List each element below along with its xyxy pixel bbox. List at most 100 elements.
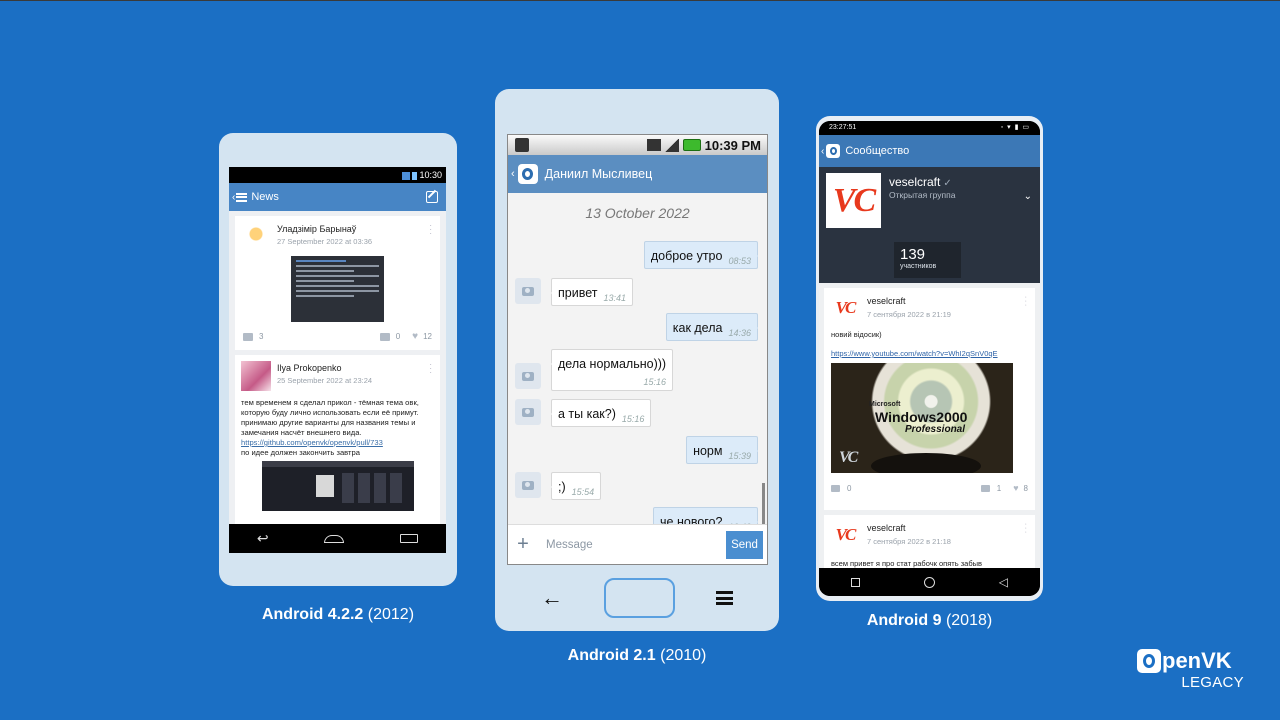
back-chevron-icon[interactable]: ‹ (821, 146, 824, 157)
post-menu-icon[interactable]: · · · (429, 222, 432, 238)
post-date: 7 сентября 2022 в 21:18 (867, 537, 951, 546)
caption-android-9: Android 9 (2018) (866, 612, 993, 629)
group-post: VC veselcraft 7 сентября 2022 в 21:18 · ·… (824, 515, 1035, 568)
back-arrow-icon[interactable]: ← (541, 585, 563, 611)
menu-icon[interactable] (236, 192, 248, 202)
post-date: 25 September 2022 at 23:24 (277, 376, 373, 385)
status-time: 23:27:51 (829, 124, 857, 131)
openvk-legacy-logo: penVK LEGACY (1137, 648, 1247, 691)
back-nav-icon[interactable]: ◁ (999, 575, 1008, 589)
message-incoming[interactable]: дела нормально))) 15:16 (551, 349, 674, 391)
recents-nav-icon[interactable] (400, 534, 419, 543)
repost-count: 1 (996, 483, 1002, 493)
news-post: Ilya Prokopenko 25 September 2022 at 23:… (235, 355, 440, 530)
back-chevron-icon[interactable]: ‹ (232, 192, 235, 203)
openvk-o-icon (1137, 649, 1161, 673)
top-border-line (0, 0, 1280, 1)
message-input[interactable]: Message (538, 539, 726, 551)
phone-android-2-1: 10:39 PM ‹ Даниил Мысливец 13 October 20… (495, 89, 779, 631)
post-author[interactable]: veselcraft (867, 523, 951, 533)
repost-icon[interactable] (980, 484, 990, 492)
phone-android-9: 23:27:51 ◦ ▾ ▮ ▭ ‹ Сообщество VC veselcr… (816, 116, 1043, 601)
avatar[interactable]: VC (831, 294, 859, 322)
post-menu-icon[interactable]: · · · (429, 361, 432, 377)
avatar[interactable] (241, 361, 271, 391)
message-outgoing[interactable]: доброе утро 08:53 (643, 241, 759, 269)
back-chevron-icon[interactable]: ‹ (511, 168, 515, 180)
message-incoming[interactable]: а ты как?) 15:16 (550, 399, 652, 427)
message-incoming[interactable]: ;) 15:54 (551, 472, 602, 500)
camera-icon (515, 278, 541, 304)
post-menu-icon[interactable]: · · · (1025, 521, 1027, 536)
phone3-app-bar: ‹ Сообщество (819, 135, 1040, 167)
comment-count: 3 (259, 332, 264, 341)
camera-icon (515, 472, 541, 498)
3g-icon (646, 139, 661, 151)
group-type: Открытая группа (889, 190, 956, 200)
phone3-status-bar: 23:27:51 ◦ ▾ ▮ ▭ (819, 121, 1040, 135)
chevron-down-icon[interactable]: ⌄ (1024, 191, 1032, 202)
group-post: VC veselcraft 7 сентября 2022 в 21:19 · ·… (824, 288, 1035, 510)
post-link[interactable]: https://github.com/openvk/openvk/pull/73… (241, 438, 383, 447)
caption-android-2-1: Android 2.1 (2010) (567, 647, 707, 664)
phone-android-4-2-2: 10:30 ‹ News Уладзімір Барынаў 27 Septem… (219, 133, 457, 586)
member-counter[interactable]: 139 участников (894, 242, 961, 278)
home-button[interactable] (604, 578, 675, 618)
comment-icon[interactable] (243, 332, 253, 341)
comment-icon[interactable] (831, 484, 840, 492)
phone3-screen: 23:27:51 ◦ ▾ ▮ ▭ ‹ Сообщество VC veselcr… (819, 121, 1040, 596)
repost-icon[interactable] (379, 332, 390, 341)
like-icon[interactable]: ♥ (1013, 483, 1018, 493)
status-time: 10:39 PM (704, 137, 761, 153)
phone3-nav-bar: ◁ (819, 568, 1040, 596)
message-outgoing[interactable]: норм 15:39 (686, 436, 758, 464)
post-author[interactable]: Ilya Prokopenko (277, 363, 372, 373)
verified-check-icon: ✓ (943, 178, 952, 189)
message-outgoing[interactable]: как дела 14:36 (665, 313, 759, 341)
group-header: VC veselcraft ✓ Открытая группа ⌄ 139 уча… (819, 167, 1040, 283)
chat-date-separator: 13 October 2022 (585, 205, 690, 221)
send-button[interactable]: Send (726, 530, 763, 559)
post-link[interactable]: https://www.youtube.com/watch?v=WhI2qSnV… (831, 349, 1028, 358)
post-screenshot-image[interactable] (261, 461, 414, 511)
menu-icon[interactable] (716, 591, 733, 605)
openvk-logo-icon[interactable] (826, 144, 841, 158)
app-bar-title: News (251, 191, 279, 203)
home-nav-icon[interactable] (324, 534, 345, 543)
post-text: тем временем я сделал прикол - тёмная те… (241, 398, 419, 457)
post-author[interactable]: veselcraft (867, 296, 951, 306)
recents-nav-icon[interactable] (850, 577, 860, 587)
member-count: 139 (900, 246, 926, 263)
phone2-status-bar: 10:39 PM (508, 135, 767, 155)
post-text: новий відосик) (831, 330, 882, 339)
post-date: 27 September 2022 at 03:36 (277, 237, 373, 246)
openvk-logo-icon[interactable] (517, 164, 538, 184)
avatar[interactable] (241, 222, 271, 252)
phone1-screen: 10:30 ‹ News Уладзімір Барынаў 27 Septem… (229, 167, 446, 553)
battery-icon (412, 171, 418, 180)
group-avatar[interactable]: VC (826, 173, 881, 228)
attach-plus-icon[interactable]: + (508, 533, 538, 556)
avatar[interactable]: VC (831, 521, 859, 549)
post-screenshot-image[interactable] (291, 256, 384, 322)
post-menu-icon[interactable]: · · · (1025, 294, 1027, 309)
post-author[interactable]: Уладзімір Барынаў (277, 224, 372, 234)
post-actions: 3 0 ♥ 12 (243, 331, 432, 342)
chat-area[interactable]: 13 October 2022 доброе утро 08:53 привет 1… (508, 205, 767, 539)
compose-icon[interactable] (426, 191, 438, 203)
comment-count: 0 (847, 483, 852, 493)
message-incoming[interactable]: привет 13:41 (551, 278, 633, 306)
like-count: 8 (1023, 483, 1028, 493)
home-nav-icon[interactable] (923, 576, 935, 588)
back-nav-icon[interactable]: ↩ (257, 530, 269, 547)
caption-android-4-2-2: Android 4.2.2 (2012) (261, 606, 415, 623)
phone2-hardware-keys: ← (495, 577, 779, 619)
phone2-app-bar: ‹ Даниил Мысливец (508, 155, 767, 193)
status-time: 10:30 (419, 170, 442, 180)
like-icon[interactable]: ♥ (412, 331, 418, 342)
post-actions: 0 1 ♥ 8 (831, 483, 1028, 493)
phone1-nav-bar: ↩ (229, 524, 446, 553)
battery-icon (682, 139, 701, 151)
phone2-screen: 10:39 PM ‹ Даниил Мысливец 13 October 20… (507, 134, 768, 565)
video-thumbnail-image[interactable]: Microsoft Windows2000 Professional VC (831, 363, 1013, 473)
